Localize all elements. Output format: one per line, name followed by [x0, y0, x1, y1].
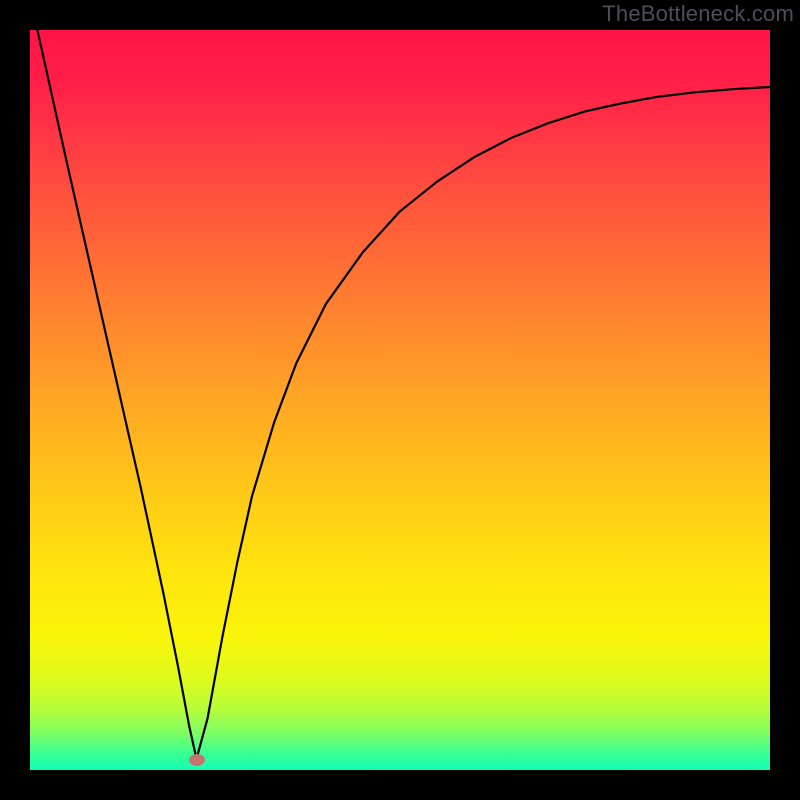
curve-line	[37, 30, 770, 759]
minimum-marker-icon	[189, 754, 205, 766]
curve-svg	[30, 30, 770, 770]
chart-container: TheBottleneck.com	[0, 0, 800, 800]
plot-area	[30, 30, 770, 770]
watermark-label: TheBottleneck.com	[602, 1, 794, 27]
